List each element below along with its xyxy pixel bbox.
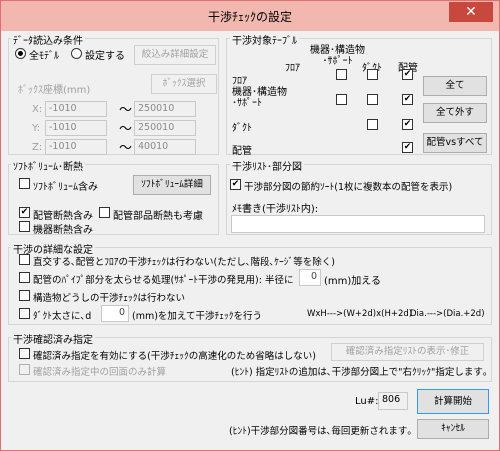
detail-opt1-label: 直交する､配管とﾌﾛｱの干渉ﾁｪｯｸは行わない(ただし､階段､ｹｰｼﾞ等を除く) <box>33 257 335 268</box>
cb-save-sort[interactable]: ✔ <box>230 179 241 190</box>
save-sort-label: 干渉部分図の節約ｿｰﾄ(1枚に複数本の配管を表示) <box>244 182 453 193</box>
data-load-label: ﾃﾞｰﾀ読込み条件 <box>11 32 85 47</box>
x-max-input[interactable]: 250010 <box>134 101 196 117</box>
z-axis-label: Z: <box>32 142 43 153</box>
detail-opt3-label: 構造物どうしの干渉ﾁｪｯｸは行わない <box>33 293 186 304</box>
z-tilde: ～ <box>119 141 133 156</box>
equip-insul-label: 機器断熱含み <box>33 225 93 236</box>
cb-part-insul[interactable] <box>99 207 110 218</box>
x-tilde: ～ <box>119 103 133 118</box>
cb-equip-equip[interactable] <box>336 94 347 105</box>
box-select-button[interactable]: ﾎﾞｯｸｽ選択 <box>151 74 217 94</box>
cb-pipe-pipe[interactable]: ✔ <box>402 142 413 153</box>
duct-d-input[interactable]: 0 <box>101 305 129 322</box>
cb-equip-pipe[interactable]: ✔ <box>402 94 413 105</box>
z-max-input[interactable]: 40010 <box>134 139 196 155</box>
cb-pipe-insul[interactable]: ✔ <box>19 207 30 218</box>
cb-floor-equip[interactable] <box>336 69 347 80</box>
lu-label: Lu#: <box>355 396 379 407</box>
lu-value: 806 <box>378 392 408 410</box>
filter-detail-button[interactable]: 絞込み詳細設定 <box>134 45 216 65</box>
select-all-button[interactable]: 全て <box>423 76 487 96</box>
deselect-all-button[interactable]: 全て外す <box>423 103 487 123</box>
col-equip-header: 機器･構造物 ･ｻﾎﾟｰﾄ <box>310 45 365 67</box>
cb-duct-pipe[interactable]: ✔ <box>402 119 413 130</box>
dialog-window: 干渉ﾁｪｯｸの設定 ✕ ﾃﾞｰﾀ読込み条件 全ﾓﾃﾞﾙ 設定する 絞込み詳細設定… <box>0 0 500 451</box>
confirm-enable-label: 確認済み指定を有効にする(干渉ﾁｪｯｸの高速化のため省略はしない) <box>33 351 317 362</box>
include-soft-label: ｿﾌﾄﾎﾞﾘｭｰﾑ含み <box>33 182 98 193</box>
y-axis-label: Y: <box>32 123 41 134</box>
x-axis-label: X: <box>32 104 43 115</box>
x-min-input[interactable]: -1010 <box>45 101 107 117</box>
memo-input[interactable] <box>231 215 485 233</box>
title-bar: 干渉ﾁｪｯｸの設定 ✕ <box>1 1 499 31</box>
box-coords-label: ﾎﾞｯｸｽ座標(mm) <box>18 85 91 96</box>
detail-opt2-label: 配管のﾊﾟｲﾌﾟ部分を太らせる処理(ｻﾎﾟｰﾄ干渉の発見用): 半径に <box>33 275 294 286</box>
cb-equip-duct[interactable] <box>367 94 378 105</box>
confirm-hint: (ﾋﾝﾄ) 指定ﾘｽﾄの追加は､干渉部分図上で"右ｸﾘｯｸ"指定します｡ <box>231 367 488 378</box>
soft-volume-label: ｿﾌﾄﾎﾞﾘｭｰﾑ･断熱 <box>11 158 85 173</box>
check-list-label: 干渉ﾘｽﾄ･部分図 <box>230 158 304 173</box>
part-insul-label: 配管部品断熱も考慮 <box>113 211 203 222</box>
duct-d-suffix: (mm)を加えて干渉ﾁｪｯｸを行う <box>132 311 262 322</box>
cb-detail-opt4[interactable] <box>19 308 30 319</box>
target-table-label: 干渉対象ﾃｰﾌﾞﾙ <box>230 32 299 47</box>
radio-all-models[interactable] <box>15 48 26 59</box>
pipe-vs-all-button[interactable]: 配管vsすべて <box>423 133 487 153</box>
cb-detail-opt3[interactable] <box>19 290 30 301</box>
memo-label: ﾒﾓ書き(干渉ﾘｽﾄ内): <box>232 204 319 215</box>
footer-hint: (ﾋﾝﾄ)干渉部分図番号は､毎回更新されます｡ <box>229 426 413 437</box>
y-tilde: ～ <box>119 122 133 137</box>
close-icon[interactable]: ✕ <box>449 2 493 22</box>
start-calc-button[interactable]: 計算開始 <box>417 389 489 414</box>
cb-confirm-enable[interactable] <box>19 348 30 359</box>
row-floor-label: ﾌﾛｱ <box>232 76 247 87</box>
confirm-label: 干渉確認済み指定 <box>11 331 95 346</box>
cb-duct-duct[interactable] <box>367 119 378 130</box>
soft-detail-button[interactable]: ｿﾌﾄﾎﾞﾘｭｰﾑ詳細 <box>133 175 211 195</box>
col-floor-header: ﾌﾛｱ <box>285 63 300 74</box>
cb-include-soft[interactable] <box>19 178 30 189</box>
y-max-input[interactable]: 250010 <box>134 120 196 136</box>
cb-floor-pipe[interactable]: ✔ <box>402 69 413 80</box>
y-min-input[interactable]: -1010 <box>45 120 107 136</box>
pipe-insul-label: 配管断熱含み <box>33 211 93 222</box>
row-pipe-label: 配管 <box>232 146 252 157</box>
radio-set[interactable] <box>71 48 82 59</box>
confirm-list-button[interactable]: 確認済み指定ﾘｽﾄの表示･修正 <box>331 343 484 361</box>
radio-set-label: 設定する <box>85 51 125 62</box>
cb-detail-opt2[interactable] <box>19 272 30 283</box>
cb-floor-duct[interactable] <box>367 69 378 80</box>
z-min-input[interactable]: -1010 <box>45 139 107 155</box>
cancel-button[interactable]: ｷｬﾝｾﾙ <box>417 419 489 439</box>
duct-formula-dia: Dia.--->(Dia.+2d) <box>410 309 485 319</box>
cb-confirm-only[interactable] <box>19 364 30 375</box>
duct-formula-wh: WxH--->(W+2d)x(H+2d) <box>307 309 413 319</box>
cb-detail-opt1[interactable] <box>19 254 30 265</box>
radio-all-label: 全ﾓﾃﾞﾙ <box>29 51 59 62</box>
row-equip-label: 機器･構造物 ･ｻﾎﾟｰﾄ <box>232 87 287 109</box>
radius-input[interactable]: 0 <box>299 269 321 286</box>
window-title: 干渉ﾁｪｯｸの設定 <box>207 10 292 24</box>
row-duct-label: ﾀﾞｸﾄ <box>232 123 252 134</box>
radius-suffix: (mm)加える <box>324 276 381 287</box>
cb-equip-insul[interactable] <box>19 221 30 232</box>
detail-opt4-label: ﾀﾞｸﾄ太さに､d <box>33 311 92 322</box>
confirm-only-label: 確認済み指定中の回面のみ計算 <box>33 367 167 378</box>
